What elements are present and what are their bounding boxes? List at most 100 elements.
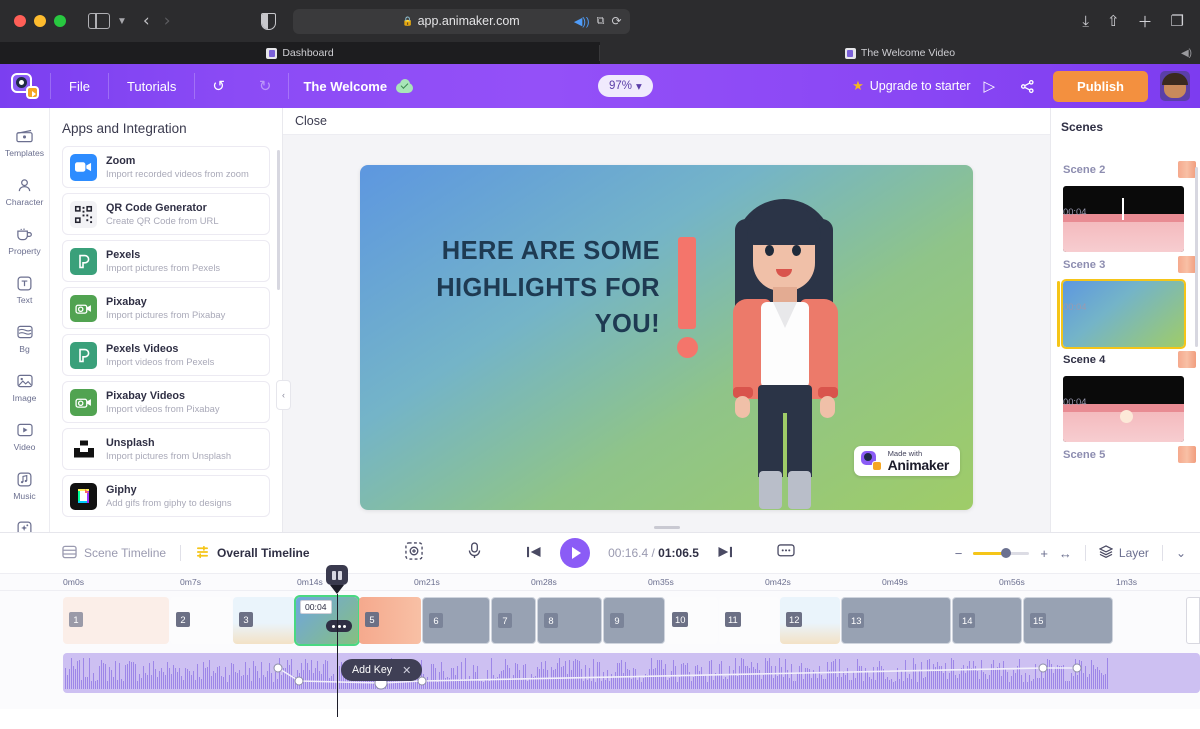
tab-overall-timeline[interactable]: Overall Timeline <box>195 545 310 562</box>
table-row[interactable]: 11 <box>719 597 779 644</box>
table-row[interactable]: 10 <box>666 597 718 644</box>
scenes-list[interactable]: Scene 2 00:04 Scene 3 00:04 Scene <box>1051 143 1200 528</box>
zoom-out-button[interactable]: − <box>955 546 963 561</box>
zoom-in-button[interactable]: + <box>1040 546 1048 561</box>
close-window-button[interactable] <box>14 15 26 27</box>
keyframe-marker[interactable] <box>294 676 304 686</box>
scene-block-more-icon[interactable] <box>326 620 352 632</box>
sidebar-item-image[interactable]: Image <box>0 363 49 412</box>
sidebar-item-bg[interactable]: Bg <box>0 314 49 363</box>
playhead-line[interactable] <box>337 594 338 717</box>
scene-thumbnail[interactable] <box>1061 279 1186 349</box>
character-illustration[interactable] <box>705 199 865 510</box>
layer-button[interactable]: Layer <box>1098 545 1149 561</box>
keyframe-marker[interactable] <box>417 676 427 686</box>
exclamation-dot-shape[interactable] <box>677 337 698 358</box>
list-item[interactable]: Pixabay Videos Import videos from Pixaba… <box>62 381 270 423</box>
tab-overview-icon[interactable]: ❐ <box>1171 12 1184 30</box>
record-voice-icon[interactable] <box>467 542 482 564</box>
maximize-window-button[interactable] <box>54 15 66 27</box>
keyframe-marker[interactable] <box>1038 663 1048 673</box>
timeline-ruler[interactable]: 0m0s 0m7s 0m14s 0m21s 0m28s 0m35s 0m42s … <box>0 573 1200 591</box>
downloads-icon[interactable]: ⤓ <box>1082 13 1089 30</box>
scene-thumbnail[interactable] <box>1063 186 1184 252</box>
list-item[interactable]: Giphy Add gifs from giphy to designs <box>62 475 270 517</box>
url-bar[interactable]: 🔒 app.animaker.com ◀)) ⧉ ⟳ <box>292 8 630 34</box>
animaker-watermark[interactable]: Made with Animaker <box>853 446 960 476</box>
table-row[interactable]: 3 <box>233 597 295 644</box>
keyframe-curve[interactable] <box>63 653 1200 693</box>
scene-transition-icon[interactable] <box>1178 161 1196 178</box>
table-row[interactable]: 2 <box>170 597 232 644</box>
list-item[interactable]: Pexels Videos Import videos from Pexels <box>62 334 270 376</box>
list-item[interactable]: Zoom Import recorded videos from zoom <box>62 146 270 188</box>
reader-mode-icon[interactable] <box>260 12 276 30</box>
publish-button[interactable]: Publish <box>1053 70 1148 102</box>
share-icon[interactable]: ⇧ <box>1107 12 1120 30</box>
apps-list[interactable]: Zoom Import recorded videos from zoom QR… <box>50 146 282 526</box>
table-row[interactable]: 1 <box>63 597 169 644</box>
scene-thumbnail[interactable] <box>1063 376 1184 442</box>
fit-width-icon[interactable]: ↔ <box>1059 546 1072 561</box>
slide-heading[interactable]: HERE ARE SOME HIGHLIGHTS FOR YOU! <box>430 233 660 343</box>
sidebar-item-text[interactable]: Text <box>0 265 49 314</box>
list-item[interactable]: QR Code Generator Create QR Code from UR… <box>62 193 270 235</box>
avatar[interactable] <box>1160 71 1190 101</box>
menu-file[interactable]: File <box>51 64 108 108</box>
canvas-stage[interactable]: HERE ARE SOME HIGHLIGHTS FOR YOU! Made w… <box>283 135 1050 532</box>
table-row[interactable]: 13 <box>841 597 951 644</box>
table-row[interactable]: 9 <box>603 597 665 644</box>
browser-tab-dashboard[interactable]: Dashboard <box>0 42 600 64</box>
audio-track[interactable] <box>63 653 1200 693</box>
skip-previous-icon[interactable] <box>526 544 542 563</box>
table-row[interactable]: 12 <box>780 597 840 644</box>
table-row[interactable]: 8 <box>537 597 602 644</box>
translate-icon[interactable]: ⧉ <box>597 15 605 28</box>
document-title[interactable]: The Welcome Vi <box>303 79 389 94</box>
minimize-window-button[interactable] <box>34 15 46 27</box>
apps-scrollbar[interactable] <box>277 150 280 290</box>
back-icon[interactable]: ‹ <box>143 11 150 31</box>
sidebar-item-music[interactable]: Music <box>0 461 49 510</box>
playhead-handle[interactable] <box>326 565 348 585</box>
scene-transition-icon[interactable] <box>1178 351 1196 368</box>
timeline-tracks[interactable]: 1 2 3 00:04 5 6 7 8 9 10 11 12 13 14 15 <box>0 591 1200 709</box>
chevron-down-icon[interactable]: ⌄ <box>1176 546 1186 560</box>
keyframe-marker[interactable] <box>1072 663 1082 673</box>
tab-scene-timeline[interactable]: Scene Timeline <box>62 545 166 562</box>
browser-tab-welcome-video[interactable]: The Welcome Video ◀) <box>600 42 1200 64</box>
canvas-zoom-level[interactable]: 97% ▾ <box>598 75 653 97</box>
sidebar-toggle-icon[interactable] <box>88 13 110 29</box>
list-item[interactable]: Pexels Import pictures from Pexels <box>62 240 270 282</box>
list-item[interactable]: Unsplash Import pictures from Unsplash <box>62 428 270 470</box>
share-nodes-icon[interactable] <box>1008 79 1047 94</box>
play-button[interactable] <box>560 538 591 568</box>
preview-play-icon[interactable]: ▷ <box>971 77 1009 95</box>
tab-mute-icon[interactable]: ◀) <box>1181 48 1192 59</box>
skip-next-icon[interactable] <box>717 544 733 563</box>
scene-thumbnail[interactable] <box>1063 143 1184 157</box>
speaker-icon[interactable]: ◀)) <box>574 15 590 28</box>
fit-to-screen-icon[interactable] <box>405 542 423 564</box>
keyframe-marker[interactable] <box>273 663 283 673</box>
sidebar-item-character[interactable]: Character <box>0 167 49 216</box>
timeline-right-edge-block[interactable] <box>1186 597 1200 644</box>
animaker-logo[interactable] <box>0 64 50 108</box>
upgrade-to-starter-button[interactable]: ★ Upgrade to starter <box>852 78 970 94</box>
menu-tutorials[interactable]: Tutorials <box>109 64 194 108</box>
add-key-tooltip[interactable]: Add Key ✕ <box>341 659 423 681</box>
scenes-scrollbar[interactable] <box>1195 167 1198 347</box>
table-row[interactable]: 00:04 <box>294 595 360 646</box>
scene-blocks-row[interactable]: 1 2 3 00:04 5 6 7 8 9 10 11 12 13 14 15 <box>63 595 1200 646</box>
list-item[interactable]: Scene 5 00:04 <box>1057 376 1200 469</box>
table-row[interactable]: 15 <box>1023 597 1113 644</box>
scene-transition-icon[interactable] <box>1178 256 1196 273</box>
list-item[interactable]: Scene 3 00:04 <box>1057 186 1200 279</box>
table-row[interactable]: 7 <box>491 597 536 644</box>
undo-icon[interactable]: ↺ <box>195 64 242 108</box>
table-row[interactable]: 6 <box>422 597 490 644</box>
scene-transition-icon[interactable] <box>1178 446 1196 463</box>
close-icon[interactable]: ✕ <box>402 664 411 677</box>
close-button[interactable]: Close <box>283 114 327 128</box>
chevron-down-icon[interactable]: ▼ <box>117 16 127 27</box>
